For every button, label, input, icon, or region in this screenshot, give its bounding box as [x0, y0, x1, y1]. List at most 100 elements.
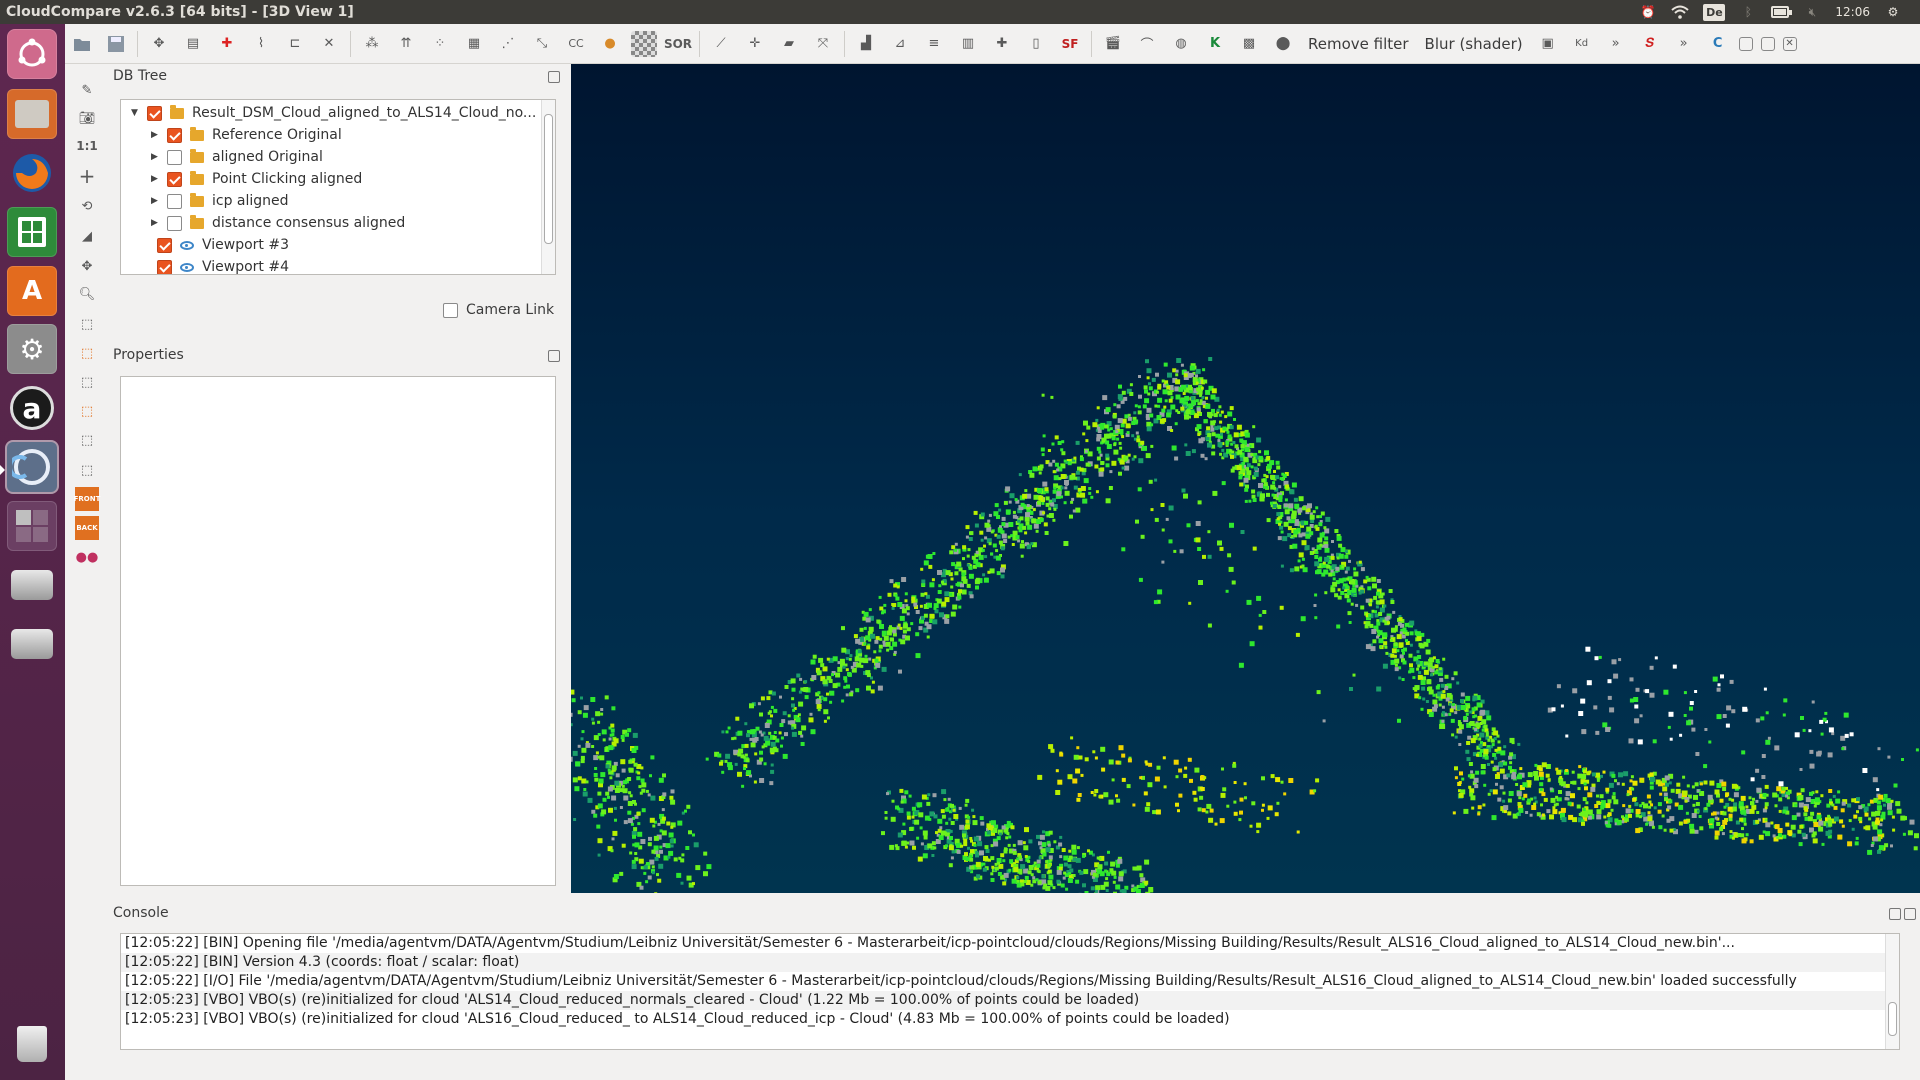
minimize-icon[interactable]	[1738, 36, 1753, 51]
cloudcompare-icon[interactable]	[7, 442, 57, 492]
animation-icon[interactable]: 🎬︎	[1100, 31, 1126, 57]
console-scrollbar-thumb[interactable]	[1888, 1002, 1897, 1036]
mesh-icon[interactable]: ▦	[461, 31, 487, 57]
console-scrollbar[interactable]	[1885, 934, 1899, 1049]
expand-arrow-icon[interactable]: ▶	[151, 152, 161, 162]
qpoisson-icon[interactable]: ⬤	[1270, 31, 1296, 57]
blur-shader-button[interactable]: Blur (shader)	[1425, 35, 1523, 53]
libreoffice-calc-icon[interactable]	[7, 207, 57, 257]
3d-view[interactable]	[571, 64, 1920, 893]
firefox-icon[interactable]	[7, 148, 57, 198]
remove-filter-button[interactable]: Remove filter	[1308, 35, 1409, 53]
camera-icon[interactable]: 📷︎	[75, 106, 99, 130]
volume-icon[interactable]: 🔇︎	[1803, 4, 1821, 20]
expand-arrow-icon[interactable]: ▶	[151, 174, 161, 184]
expand-arrow-icon[interactable]: ▶	[151, 196, 161, 206]
sf-gradient-icon[interactable]: ▥	[955, 31, 981, 57]
undock-console-icon[interactable]	[1889, 908, 1901, 920]
tree-item-viewport-3[interactable]: Viewport #3	[121, 234, 539, 256]
filter-by-value-icon[interactable]: ≡	[921, 31, 947, 57]
collapse-arrow-icon[interactable]: ▼	[131, 108, 141, 118]
view-iso-icon[interactable]: ⬚	[75, 458, 99, 482]
undock-properties-icon[interactable]	[548, 350, 560, 362]
view-top-icon[interactable]: ⬚	[75, 312, 99, 336]
tree-item-reference-original[interactable]: ▶ Reference Original	[121, 124, 539, 146]
scalar-field-button[interactable]: SF	[1057, 31, 1083, 57]
center-icon[interactable]: +	[75, 164, 99, 188]
camera-link-checkbox[interactable]	[443, 302, 458, 318]
interaction-mode-icon[interactable]: ✥	[75, 254, 99, 278]
restore-icon[interactable]	[1760, 36, 1775, 51]
sor-filter-button[interactable]: SOR	[664, 31, 692, 57]
expand-arrow-icon[interactable]: ▶	[151, 218, 161, 228]
tree-item-checkbox[interactable]	[167, 127, 182, 143]
plane-fit-icon[interactable]: ▰	[776, 31, 802, 57]
delete-icon[interactable]: ✕	[316, 31, 342, 57]
tree-item-distance-consensus-aligned[interactable]: ▶ distance consensus aligned	[121, 212, 539, 234]
tree-item-checkbox[interactable]	[157, 237, 172, 253]
add-sf-icon[interactable]: ✚	[989, 31, 1015, 57]
trash-icon[interactable]	[7, 1019, 57, 1069]
view-left-icon[interactable]: ⬚	[75, 370, 99, 394]
expand-arrow-icon[interactable]: ▶	[151, 130, 161, 140]
gear-icon[interactable]: ⚙	[1884, 4, 1902, 20]
tree-item-checkbox[interactable]	[167, 149, 182, 165]
tree-item-point-clicking-aligned[interactable]: ▶ Point Clicking aligned	[121, 168, 539, 190]
register-icon[interactable]: ⤧	[810, 31, 836, 57]
hidden-point-removal-icon[interactable]: ●	[597, 31, 623, 57]
compute-normals-icon[interactable]: ⇈	[393, 31, 419, 57]
histogram-icon[interactable]: ▟	[853, 31, 879, 57]
qfacets-icon[interactable]: 𝑺	[1637, 31, 1663, 57]
crop-icon[interactable]: ⤡	[529, 31, 555, 57]
keyboard-layout-icon[interactable]: De	[1703, 3, 1726, 21]
sample-points-icon[interactable]: ⁂	[359, 31, 385, 57]
view-front-cube-icon[interactable]: ⬚	[75, 341, 99, 365]
scalar-field-stats-icon[interactable]: ⊿	[887, 31, 913, 57]
translate-rotate-icon[interactable]: ✥	[146, 31, 172, 57]
clock[interactable]: 12:06	[1835, 4, 1870, 20]
drive-icon[interactable]	[7, 560, 57, 610]
clone-icon[interactable]: ▤	[180, 31, 206, 57]
ubuntu-dash-icon[interactable]	[7, 29, 57, 79]
view-bottom-icon[interactable]: ⬚	[75, 428, 99, 452]
checkerboard-icon[interactable]	[631, 30, 657, 57]
qssao-icon[interactable]: ▩	[1236, 31, 1262, 57]
tree-item-root[interactable]: ▼ Result_DSM_Cloud_aligned_to_ALS14_Clou…	[121, 102, 539, 124]
alarm-icon[interactable]: ⏰	[1639, 4, 1657, 20]
tree-item-checkbox[interactable]	[147, 105, 162, 121]
segment-icon[interactable]: ⌇	[248, 31, 274, 57]
close-icon[interactable]: ✕	[1782, 36, 1797, 51]
measure-icon[interactable]: ⟋	[708, 31, 734, 57]
stereo-icon[interactable]: ●●	[75, 545, 99, 569]
qcanupo-icon[interactable]: ◍	[1168, 31, 1194, 57]
close-console-icon[interactable]	[1904, 908, 1916, 920]
tree-item-checkbox[interactable]	[167, 193, 182, 209]
zoom-icon[interactable]: 🔍︎	[75, 282, 99, 306]
pencil-icon[interactable]: ✎	[75, 78, 99, 102]
qhpr-icon[interactable]: ⌒	[1134, 31, 1160, 57]
drive-icon[interactable]	[7, 619, 57, 669]
open-file-icon[interactable]	[69, 31, 95, 57]
tree-scrollbar[interactable]	[541, 100, 555, 274]
workspace-switcher-icon[interactable]	[7, 501, 57, 551]
label-connected-components-icon[interactable]: CC	[563, 31, 589, 57]
toolbar-overflow-button[interactable]: »	[1603, 31, 1629, 57]
tree-item-checkbox[interactable]	[157, 259, 172, 274]
undock-db-tree-icon[interactable]	[548, 71, 560, 83]
view-front-button[interactable]: FRONT	[74, 487, 100, 511]
qcompass-icon[interactable]: K	[1202, 31, 1228, 57]
bluetooth-icon[interactable]: ᛒ	[1739, 4, 1757, 20]
align-icon[interactable]: ✛	[742, 31, 768, 57]
system-settings-icon[interactable]: ⚙	[7, 324, 57, 374]
point-picking-icon[interactable]: ✚	[214, 31, 240, 57]
file-manager-icon[interactable]	[7, 89, 57, 139]
pivot-icon[interactable]: ⟲	[75, 194, 99, 218]
camera-link[interactable]: Camera Link	[443, 302, 554, 318]
kdtree-icon[interactable]: Kd	[1569, 31, 1595, 57]
toolbar-overflow-button-2[interactable]: »	[1671, 31, 1697, 57]
battery-icon[interactable]	[1771, 4, 1793, 20]
tree-item-checkbox[interactable]	[167, 215, 182, 231]
view-back-button[interactable]: BACK	[75, 516, 99, 540]
software-center-icon[interactable]: A	[7, 266, 57, 316]
save-icon[interactable]	[103, 31, 129, 57]
